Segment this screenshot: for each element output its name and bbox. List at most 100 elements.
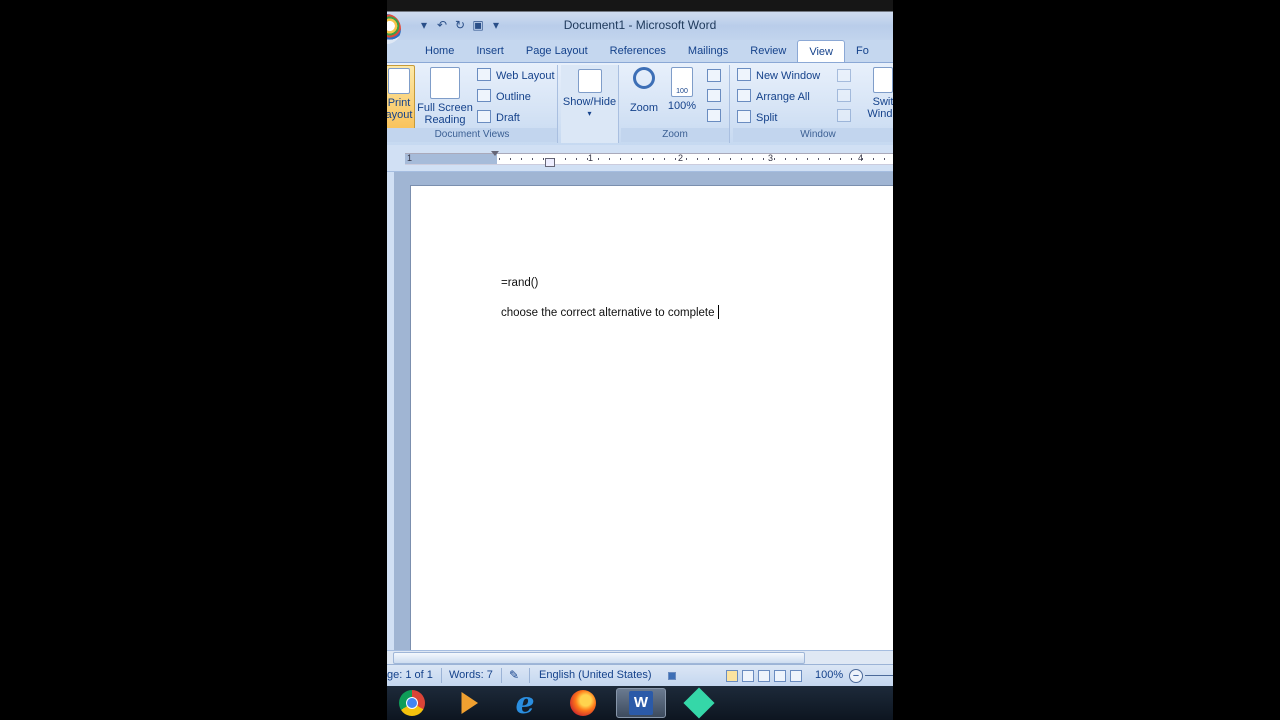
arrange-all-icon — [737, 89, 751, 102]
web-layout-button[interactable]: Web Layout — [477, 67, 555, 85]
zoom-level[interactable]: 100% — [815, 669, 843, 681]
document-page[interactable]: =rand() choose the correct alternative t… — [410, 185, 893, 657]
print-layout-icon — [388, 68, 410, 94]
document-line-with-caret[interactable]: choose the correct alternative to comple… — [501, 305, 719, 319]
ruler-tick — [675, 158, 676, 160]
print-layout-view-icon[interactable] — [726, 670, 738, 682]
full-screen-view-icon[interactable] — [742, 670, 754, 682]
taskbar-chrome[interactable] — [387, 688, 437, 718]
taskbar-firefox[interactable] — [558, 688, 608, 718]
full-screen-label-2: Reading — [424, 114, 466, 126]
ruler-tick — [642, 158, 643, 160]
ruler-number: 3 — [768, 153, 774, 163]
arrange-all-label: Arrange All — [756, 91, 810, 103]
view-side-by-side-icon[interactable] — [837, 69, 851, 82]
ruler-number: 1 — [588, 153, 594, 163]
zoom-button[interactable]: Zoom — [627, 65, 661, 114]
text-caret — [717, 305, 719, 319]
show-hide-button[interactable]: Show/Hide ▾ — [561, 67, 618, 120]
taskbar-vlc[interactable] — [442, 688, 492, 718]
document-line[interactable]: =rand() — [501, 277, 538, 289]
split-button[interactable]: Split — [737, 109, 777, 127]
ruler-tick — [697, 158, 698, 160]
proofing-icon[interactable]: ✎ — [509, 668, 519, 682]
arrange-all-button[interactable]: Arrange All — [737, 88, 810, 106]
ruler-tick — [620, 158, 621, 160]
ruler-tick — [763, 158, 764, 160]
ruler-tick — [785, 158, 786, 160]
title-bar: ▾ ↶ ↻ ▣ ▾ Document1 - Microsoft Word — [387, 0, 893, 44]
status-divider — [501, 668, 502, 683]
status-bar: ge: 1 of 1 Words: 7 ✎ English (United St… — [387, 664, 893, 687]
synchronous-scrolling-icon[interactable] — [837, 89, 851, 102]
page-100-icon: 100 — [671, 67, 693, 97]
scrollbar-thumb[interactable] — [393, 652, 805, 664]
new-window-button[interactable]: New Window — [737, 67, 820, 85]
zoom-100-label: 100% — [667, 100, 697, 112]
switch-windows-label-2: Windo — [867, 108, 893, 120]
switch-windows-icon — [873, 67, 893, 93]
outline-view-icon[interactable] — [774, 670, 786, 682]
outline-button[interactable]: Outline — [477, 88, 531, 106]
draft-view-icon[interactable] — [790, 670, 802, 682]
tab-format[interactable]: Fo — [845, 40, 880, 62]
outline-icon — [477, 89, 491, 102]
switch-windows-button[interactable]: Swit Windo — [863, 65, 893, 120]
two-pages-icon[interactable] — [707, 89, 721, 102]
firefox-icon — [570, 690, 596, 716]
ruler-tick — [708, 158, 709, 160]
full-screen-reading-button[interactable]: Full Screen Reading — [417, 65, 473, 126]
group-show-hide: Show/Hide ▾ — [561, 65, 619, 143]
print-layout-button[interactable]: Print ayout — [387, 65, 415, 131]
full-screen-label-1: Full Screen — [417, 102, 473, 114]
taskbar: e W — [387, 686, 893, 720]
group-window: New Window Arrange All Split Swit Windo … — [733, 65, 893, 143]
split-label: Split — [756, 112, 778, 124]
ruler-tick — [532, 158, 533, 160]
ruler-number: 1 — [407, 153, 413, 163]
tab-page-layout[interactable]: Page Layout — [515, 40, 599, 62]
ruler-tick — [818, 158, 819, 160]
ruler-tick — [730, 158, 731, 160]
draft-button[interactable]: Draft — [477, 109, 520, 127]
tab-references[interactable]: References — [599, 40, 677, 62]
reset-window-position-icon[interactable] — [837, 109, 851, 122]
ruler-tick — [796, 158, 797, 160]
macro-recording-icon[interactable] — [668, 672, 676, 680]
vertical-ruler[interactable] — [387, 172, 394, 650]
word-icon: W — [629, 691, 653, 715]
taskbar-internet-explorer[interactable]: e — [500, 686, 550, 720]
draft-icon — [477, 110, 491, 123]
page-count[interactable]: ge: 1 of 1 — [387, 669, 433, 681]
tab-review[interactable]: Review — [739, 40, 797, 62]
ruler-tick — [554, 158, 555, 160]
zoom-out-icon[interactable]: − — [849, 669, 863, 683]
ruler-tick — [653, 158, 654, 160]
ruler-tick — [521, 158, 522, 160]
taskbar-word[interactable]: W — [616, 688, 666, 718]
horizontal-ruler[interactable]: 1 1 2 3 4 — [387, 145, 893, 172]
web-layout-label: Web Layout — [496, 70, 555, 82]
taskbar-filmora[interactable] — [674, 687, 724, 719]
ruler-tick — [807, 158, 808, 160]
tab-home[interactable]: Home — [387, 40, 465, 62]
ruler-tick — [598, 158, 599, 160]
tab-mailings[interactable]: Mailings — [677, 40, 739, 62]
ruler-left-margin — [405, 154, 497, 164]
word-window: ▾ ↶ ↻ ▣ ▾ Document1 - Microsoft Word Hom… — [387, 0, 893, 720]
web-layout-view-icon[interactable] — [758, 670, 770, 682]
tab-insert[interactable]: Insert — [465, 40, 515, 62]
print-layout-label-1: Print — [387, 97, 411, 109]
one-page-icon[interactable] — [707, 69, 721, 82]
tab-view[interactable]: View — [797, 40, 845, 62]
zoom-slider[interactable] — [865, 675, 893, 676]
language[interactable]: English (United States) — [539, 669, 652, 681]
ruler-number: 2 — [678, 153, 684, 163]
filmora-icon — [683, 687, 715, 719]
zoom-100-button[interactable]: 100 100% — [665, 65, 699, 112]
page-width-icon[interactable] — [707, 109, 721, 122]
indent-marker-icon[interactable] — [491, 151, 499, 156]
horizontal-scrollbar[interactable] — [387, 650, 893, 664]
show-hide-label: Show/Hide — [562, 96, 617, 108]
word-count[interactable]: Words: 7 — [449, 669, 493, 681]
